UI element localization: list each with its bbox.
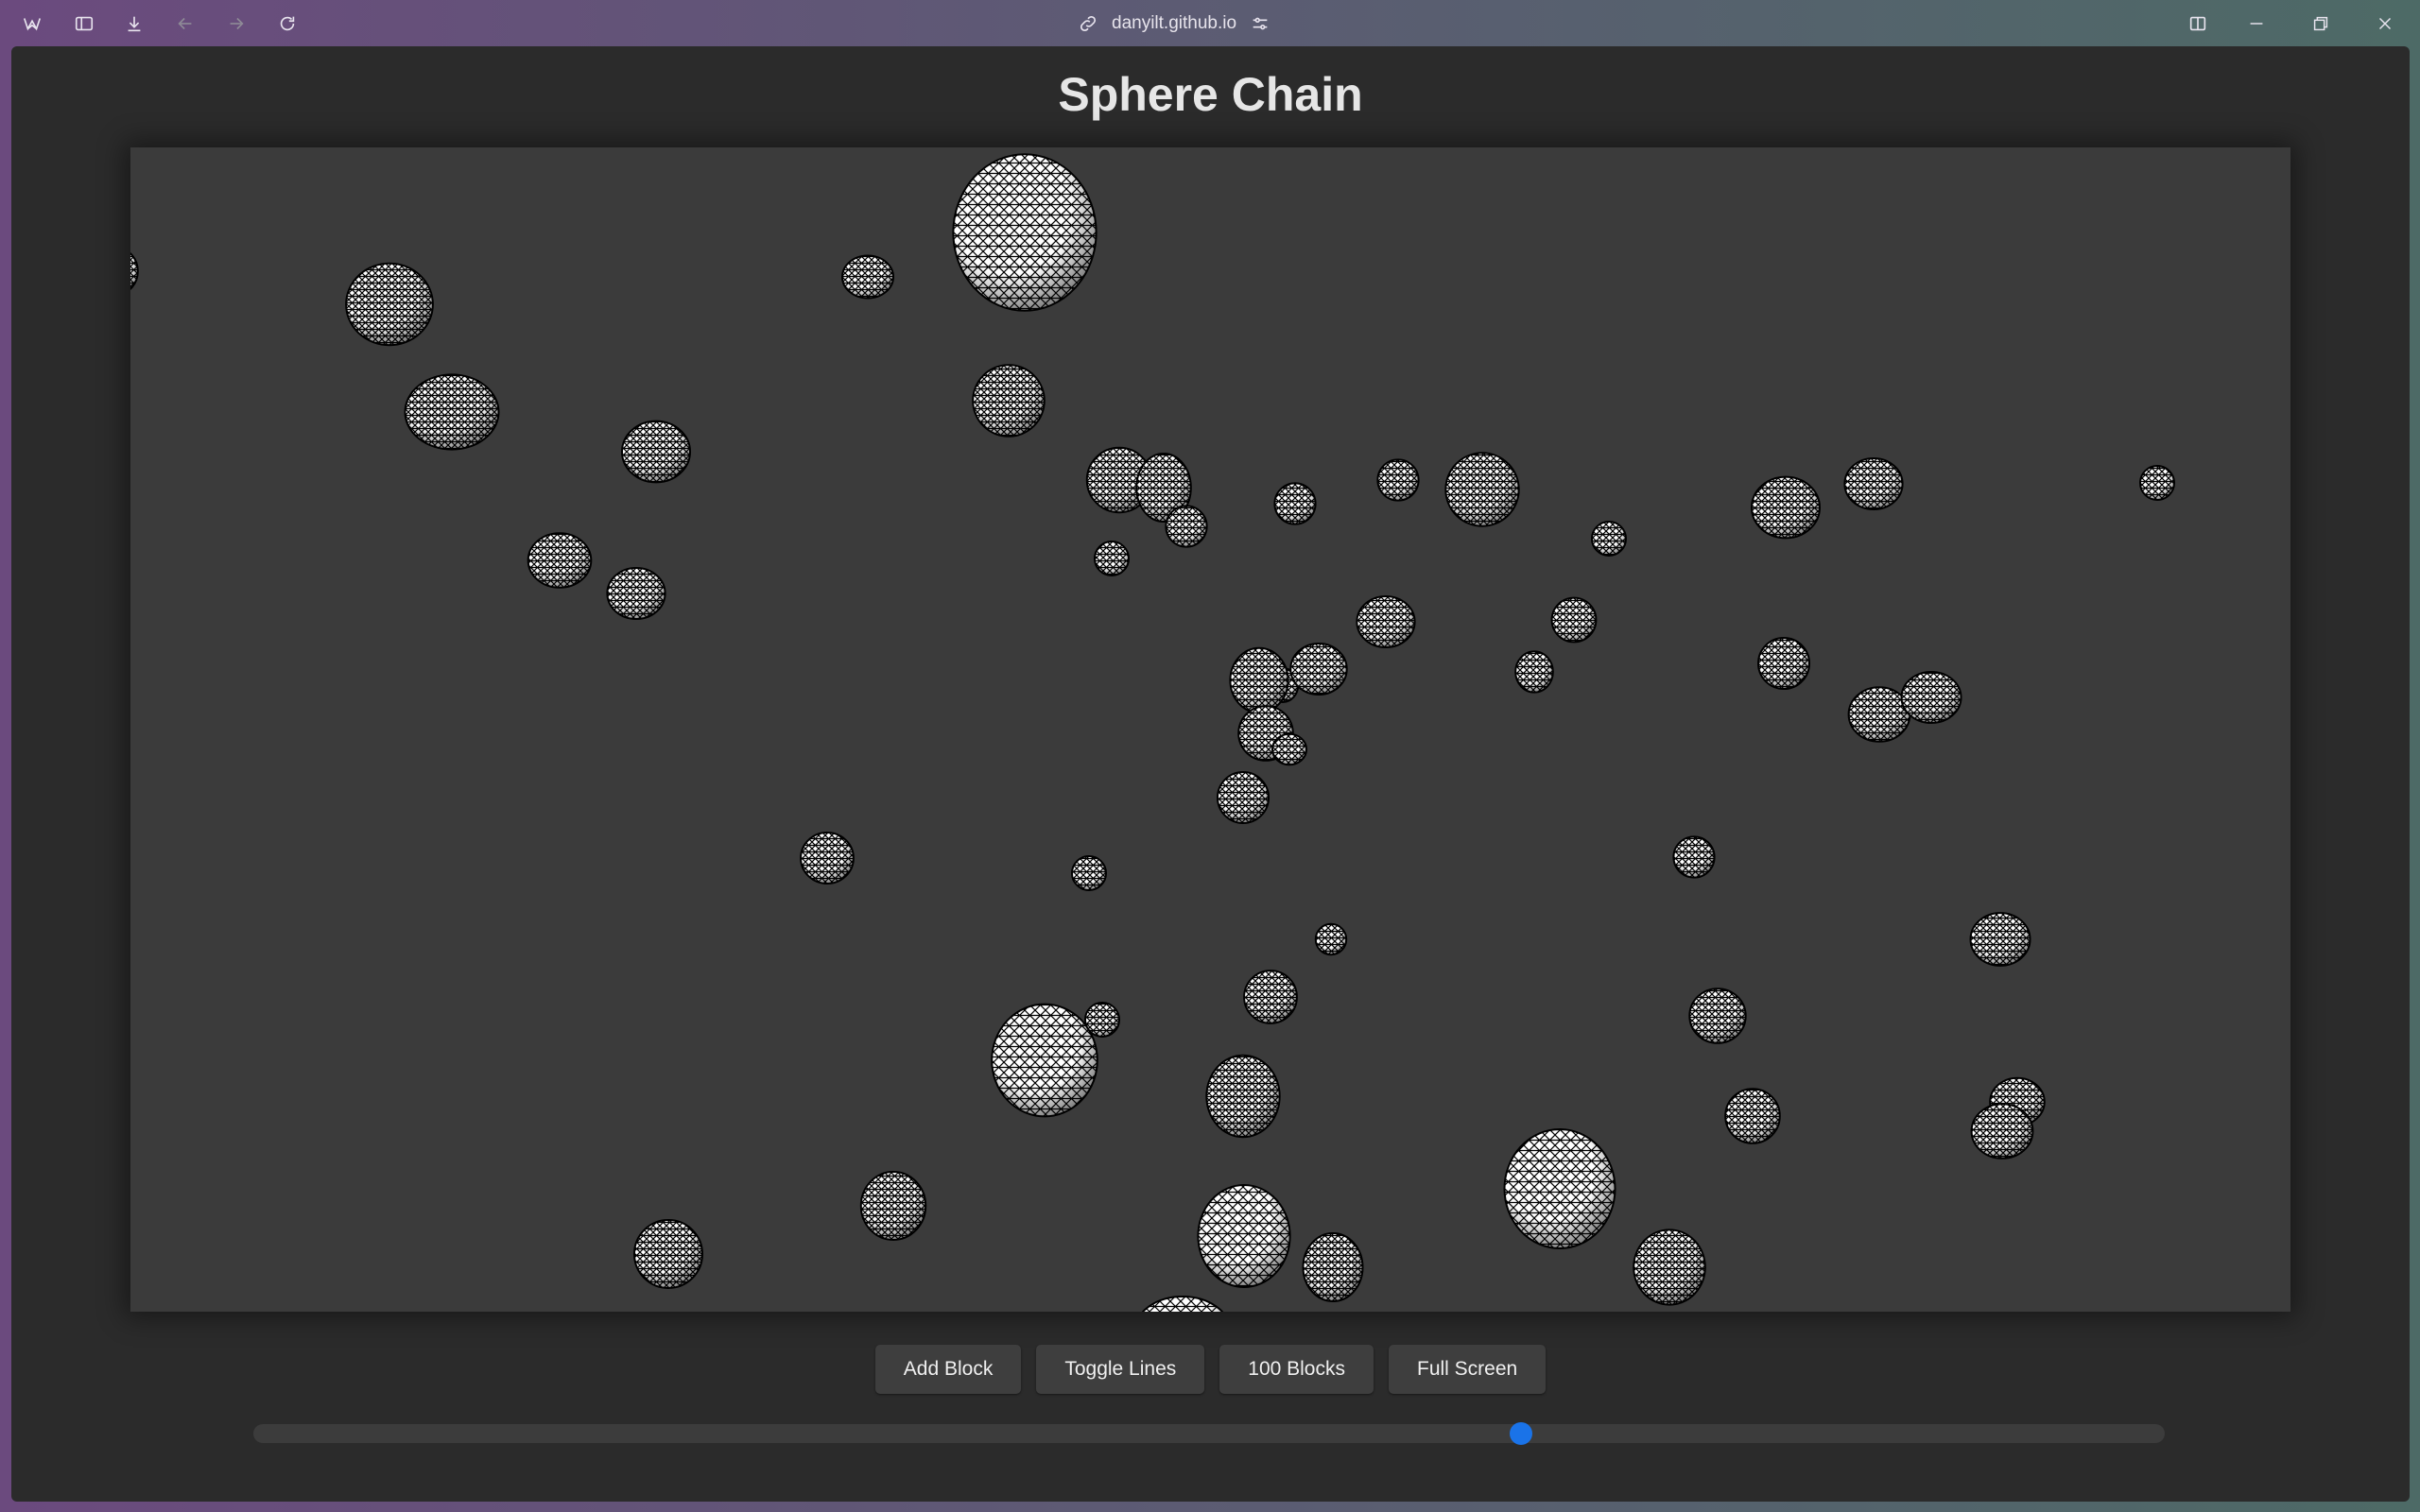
sphere-shading bbox=[953, 154, 1097, 311]
minimize-icon[interactable] bbox=[2242, 9, 2271, 38]
sphere-shading bbox=[1634, 1229, 1705, 1305]
download-icon[interactable] bbox=[120, 9, 148, 38]
sphere-shading bbox=[860, 1172, 926, 1240]
sphere-shading bbox=[1198, 1185, 1290, 1287]
sphere-shading bbox=[1515, 651, 1553, 693]
sphere-shading bbox=[1274, 483, 1316, 524]
sphere-shading bbox=[1230, 647, 1288, 713]
control-buttons: Add Block Toggle Lines 100 Blocks Full S… bbox=[11, 1345, 2410, 1394]
page-content: Sphere Chain Add Block Toggle Lines 100 … bbox=[11, 46, 2410, 1502]
sphere-shading bbox=[1504, 1129, 1616, 1248]
sphere-shading bbox=[1218, 772, 1269, 823]
sphere-shading bbox=[1844, 458, 1903, 509]
sphere-shading bbox=[1143, 1297, 1222, 1312]
sphere-shading bbox=[527, 533, 592, 588]
sphere-shading bbox=[1377, 459, 1419, 501]
sphere-shading bbox=[607, 568, 666, 619]
sidebar-icon[interactable] bbox=[70, 9, 98, 38]
full-screen-button[interactable]: Full Screen bbox=[1389, 1345, 1547, 1394]
sphere-shading bbox=[130, 253, 138, 289]
reload-icon[interactable] bbox=[273, 9, 302, 38]
back-arrow-icon[interactable] bbox=[171, 9, 199, 38]
sphere-shading bbox=[1752, 476, 1820, 539]
slider-thumb[interactable] bbox=[1509, 1422, 1532, 1445]
split-view-icon[interactable] bbox=[2184, 9, 2212, 38]
sphere-shading bbox=[1758, 638, 1809, 689]
sphere-shading bbox=[973, 365, 1045, 437]
sphere-shading bbox=[622, 421, 690, 483]
sphere-shading bbox=[1095, 541, 1129, 576]
browser-toolbar: danyilt.github.io bbox=[0, 0, 2420, 47]
sphere-shading bbox=[1357, 596, 1415, 647]
sphere-shading bbox=[1689, 988, 1746, 1043]
sphere-shading bbox=[1725, 1089, 1780, 1143]
add-block-button[interactable]: Add Block bbox=[874, 1345, 1022, 1394]
sphere-shading bbox=[2140, 466, 2174, 500]
sphere-shading bbox=[1206, 1055, 1280, 1138]
sphere-shading bbox=[346, 263, 433, 346]
link-icon bbox=[1078, 13, 1098, 34]
sphere-shading bbox=[1166, 506, 1207, 547]
sphere-shading bbox=[1901, 672, 1962, 723]
sphere-shading bbox=[1315, 923, 1347, 955]
sphere-shading bbox=[801, 833, 854, 884]
sphere-shading bbox=[1971, 1104, 2033, 1159]
sphere-shading bbox=[1673, 836, 1715, 878]
sphere-shading bbox=[1072, 856, 1106, 890]
url-text[interactable]: danyilt.github.io bbox=[1112, 13, 1236, 34]
sphere-shading bbox=[1445, 453, 1519, 526]
sphere-shading bbox=[1303, 1233, 1363, 1301]
speed-slider[interactable] bbox=[253, 1422, 2165, 1445]
sphere-shading bbox=[1085, 1003, 1119, 1037]
toggle-lines-button[interactable]: Toggle Lines bbox=[1036, 1345, 1205, 1394]
sphere-shading bbox=[1551, 597, 1597, 643]
page-title: Sphere Chain bbox=[1058, 68, 1363, 121]
sphere-shading bbox=[1272, 733, 1306, 765]
sphere-shading bbox=[1592, 522, 1626, 556]
sphere-shading bbox=[405, 374, 499, 450]
sphere-shading bbox=[1970, 913, 2031, 966]
address-bar[interactable]: danyilt.github.io bbox=[1078, 6, 1270, 42]
sphere-scene[interactable] bbox=[130, 147, 2290, 1312]
sphere-shading bbox=[1244, 971, 1297, 1023]
sphere-shading bbox=[992, 1004, 1098, 1117]
sphere-shading bbox=[634, 1220, 702, 1288]
hundred-blocks-button[interactable]: 100 Blocks bbox=[1219, 1345, 1374, 1394]
site-settings-icon[interactable] bbox=[1250, 13, 1270, 34]
forward-arrow-icon[interactable] bbox=[222, 9, 251, 38]
sphere-canvas[interactable] bbox=[130, 147, 2290, 1312]
sphere-shading bbox=[842, 255, 893, 299]
app-logo-icon[interactable] bbox=[18, 9, 46, 38]
sphere-shading bbox=[1290, 644, 1347, 695]
close-icon[interactable] bbox=[2371, 9, 2399, 38]
restore-icon[interactable] bbox=[2307, 9, 2335, 38]
